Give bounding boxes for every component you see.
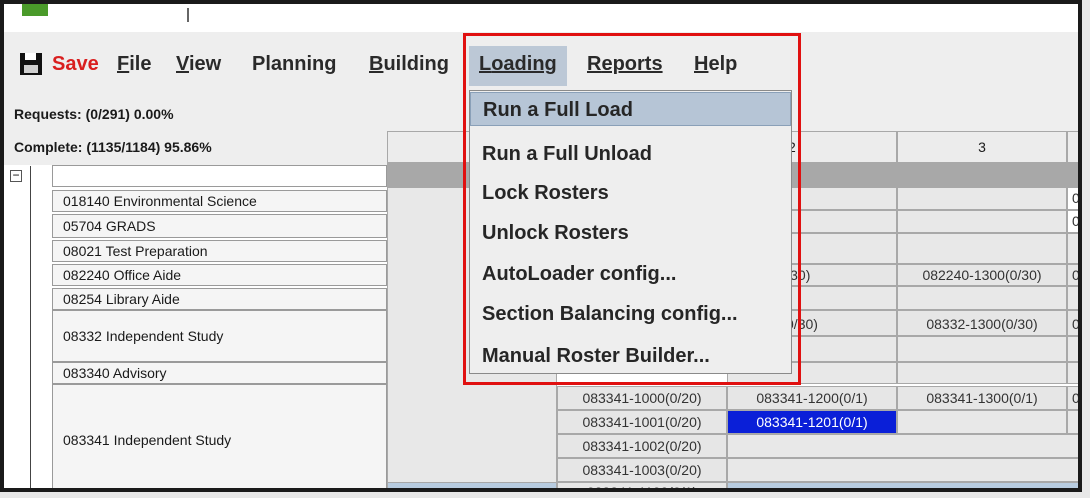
menu-item-autoloader-config[interactable]: AutoLoader config... xyxy=(470,257,791,291)
window-edge-bottom xyxy=(0,492,1090,498)
grid-cell[interactable] xyxy=(1067,233,1078,264)
column-header-3[interactable]: 3 xyxy=(897,131,1067,163)
menu-reports-mnemonic: R xyxy=(587,53,602,75)
grid-cell[interactable] xyxy=(1067,362,1078,384)
grid-cell[interactable] xyxy=(1067,336,1078,362)
grid-cell[interactable] xyxy=(897,286,1067,310)
selected-section-cell[interactable]: 083341-1201(0/1) xyxy=(727,410,897,434)
section-cell[interactable]: 0 xyxy=(1067,264,1078,286)
grid-cell[interactable] xyxy=(387,482,557,488)
section-cell[interactable]: 0 xyxy=(1067,310,1078,336)
menu-planning-label: Planning xyxy=(252,53,337,75)
section-cell[interactable]: 083341-1000(0/20) xyxy=(557,386,727,410)
app-window: Save File View Planning Building Loading… xyxy=(0,0,1082,492)
menu-file-mnemonic: F xyxy=(117,53,130,75)
menu-file-label: ile xyxy=(129,53,152,75)
grid-cell[interactable] xyxy=(1067,286,1078,310)
menu-loading[interactable]: Loading xyxy=(469,46,567,86)
grid-cell[interactable] xyxy=(727,482,1078,488)
menu-help-label: elp xyxy=(708,53,738,75)
menu-planning[interactable]: Planning xyxy=(252,53,336,76)
title-separator xyxy=(187,8,189,22)
menu-item-run-full-load[interactable]: Run a Full Load xyxy=(470,92,791,126)
section-cell[interactable]: 083341-1100(0/1) xyxy=(557,482,727,488)
grid-cell[interactable] xyxy=(897,210,1067,233)
menu-reports[interactable]: Reports xyxy=(587,53,663,76)
section-cell[interactable]: 083341-1002(0/20) xyxy=(557,434,727,458)
menu-reports-label: eports xyxy=(601,53,663,75)
grid-cell[interactable] xyxy=(897,187,1067,210)
section-cell[interactable]: 082240-1300(0/30) xyxy=(897,264,1067,286)
window-edge-right xyxy=(1082,0,1090,498)
menu-building[interactable]: Building xyxy=(369,53,449,76)
section-cell[interactable]: 083341-1300(0/1) xyxy=(897,386,1067,410)
complete-stat: Complete: (1135/1184) 95.86% xyxy=(14,139,212,155)
grid-cell[interactable] xyxy=(897,336,1067,362)
section-cell[interactable]: 0 xyxy=(1067,210,1078,233)
course-row-08254[interactable]: 08254 Library Aide xyxy=(52,288,387,310)
title-bar xyxy=(4,4,1078,32)
course-row-08021[interactable]: 08021 Test Preparation xyxy=(52,240,387,262)
section-cell[interactable]: 083341-1003(0/20) xyxy=(557,458,727,482)
course-row-018140[interactable]: 018140 Environmental Science xyxy=(52,190,387,212)
course-row-083340[interactable]: 083340 Advisory xyxy=(52,362,387,384)
grid-cell[interactable] xyxy=(727,458,1078,482)
section-cell[interactable]: 083341-1001(0/20) xyxy=(557,410,727,434)
save-button[interactable]: Save xyxy=(52,53,99,76)
menu-view-label: iew xyxy=(188,53,222,75)
app-logo-icon xyxy=(22,4,48,16)
tree-line xyxy=(30,166,31,488)
menu-building-mnemonic: B xyxy=(369,53,384,75)
menu-building-label: uilding xyxy=(383,53,449,75)
grid-cell[interactable] xyxy=(1067,410,1078,434)
loading-dropdown-menu: Run a Full Load Run a Full Unload Lock R… xyxy=(469,90,792,374)
course-row-08332[interactable]: 08332 Independent Study xyxy=(52,310,387,362)
menu-item-run-full-unload[interactable]: Run a Full Unload xyxy=(470,137,791,171)
stats-panel: Requests: (0/291) 0.00% Complete: (1135/… xyxy=(4,95,387,165)
menu-item-lock-rosters[interactable]: Lock Rosters xyxy=(470,176,791,210)
course-row-05704[interactable]: 05704 GRADS xyxy=(52,214,387,238)
menu-item-unlock-rosters[interactable]: Unlock Rosters xyxy=(470,216,791,250)
course-row-082240[interactable]: 082240 Office Aide xyxy=(52,264,387,286)
requests-stat: Requests: (0/291) 0.00% xyxy=(14,106,174,122)
menu-view-mnemonic: V xyxy=(176,53,189,75)
grid-cell[interactable] xyxy=(727,434,1078,458)
menu-loading-mnemonic: L xyxy=(479,53,492,75)
column-header-4[interactable] xyxy=(1067,131,1078,163)
menu-help-mnemonic: H xyxy=(694,53,709,75)
section-cell[interactable]: 0 xyxy=(1067,386,1078,410)
grid-cell[interactable] xyxy=(897,233,1067,264)
menu-help[interactable]: Help xyxy=(694,53,737,76)
section-cell[interactable]: 01 xyxy=(1067,187,1078,210)
floppy-disk-icon[interactable] xyxy=(20,53,42,75)
menu-view[interactable]: View xyxy=(176,53,221,76)
collapse-tree-button[interactable]: − xyxy=(10,169,22,182)
menu-item-manual-roster-builder[interactable]: Manual Roster Builder... xyxy=(470,339,791,373)
menu-item-section-balancing-config[interactable]: Section Balancing config... xyxy=(470,297,791,331)
menu-bar: Save File View Planning Building Loading… xyxy=(4,32,1078,95)
menu-file[interactable]: File xyxy=(117,53,151,76)
tree-root-row[interactable] xyxy=(52,165,387,187)
grid-cell[interactable] xyxy=(897,362,1067,384)
grid-cell[interactable] xyxy=(897,410,1067,434)
course-row-083341[interactable]: 083341 Independent Study xyxy=(52,384,387,488)
section-cell[interactable]: 08332-1300(0/30) xyxy=(897,310,1067,336)
menu-loading-label: oading xyxy=(491,53,557,75)
section-cell[interactable]: 083341-1200(0/1) xyxy=(727,386,897,410)
